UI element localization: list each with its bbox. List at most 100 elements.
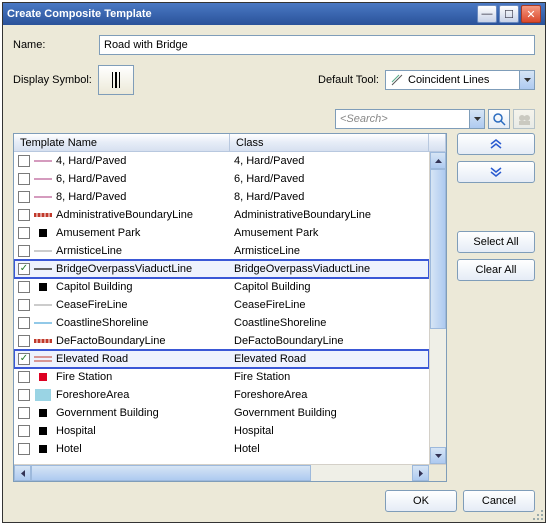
col-scroll-spacer: [429, 134, 446, 151]
row-checkbox[interactable]: [18, 191, 30, 203]
row-class: Fire Station: [234, 371, 290, 383]
table-row[interactable]: 8, Hard/Paved8, Hard/Paved: [14, 188, 429, 206]
row-class: 6, Hard/Paved: [234, 173, 304, 185]
table-row[interactable]: HotelHotel: [14, 440, 429, 458]
default-tool-combo[interactable]: Coincident Lines: [385, 70, 535, 90]
table-row[interactable]: ForeshoreAreaForeshoreArea: [14, 386, 429, 404]
row-class: 4, Hard/Paved: [234, 155, 304, 167]
row-checkbox[interactable]: [18, 155, 30, 167]
table-row[interactable]: BridgeOverpassViaductLineBridgeOverpassV…: [14, 260, 429, 278]
table-body: 4, Hard/Paved4, Hard/Paved6, Hard/Paved6…: [14, 152, 429, 464]
row-symbol-icon: [34, 389, 52, 401]
table-row[interactable]: Fire Station Fire Station: [14, 368, 429, 386]
row-checkbox[interactable]: [18, 299, 30, 311]
row-template-name: Hospital: [56, 425, 96, 437]
scroll-thumb-horizontal[interactable]: [31, 465, 311, 481]
cancel-button[interactable]: Cancel: [463, 490, 535, 512]
search-icon: [493, 113, 506, 126]
window-title: Create Composite Template: [7, 8, 475, 20]
row-checkbox[interactable]: [18, 227, 30, 239]
table-row[interactable]: Elevated RoadElevated Road: [14, 350, 429, 368]
row-class: Government Building: [234, 407, 337, 419]
row-class: DeFactoBoundaryLine: [234, 335, 343, 347]
row-class: CoastlineShoreline: [234, 317, 326, 329]
row-template-name: Fire Station: [56, 371, 112, 383]
row-checkbox[interactable]: [18, 263, 30, 275]
row-symbol-icon: [34, 425, 52, 437]
scroll-left-button[interactable]: [14, 465, 31, 481]
col-class[interactable]: Class: [230, 134, 429, 151]
clear-all-button[interactable]: Clear All: [457, 259, 535, 281]
row-checkbox[interactable]: [18, 407, 30, 419]
row-checkbox[interactable]: [18, 371, 30, 383]
table-row[interactable]: 6, Hard/Paved 6, Hard/Paved: [14, 170, 429, 188]
table-row[interactable]: CoastlineShorelineCoastlineShoreline: [14, 314, 429, 332]
title-bar: Create Composite Template — ☐ ✕: [3, 3, 545, 25]
dialog-content: Name: Display Symbol: Default Tool: Coin…: [3, 25, 545, 522]
search-button[interactable]: [488, 109, 510, 129]
row-checkbox[interactable]: [18, 425, 30, 437]
table-row[interactable]: 4, Hard/Paved4, Hard/Paved: [14, 152, 429, 170]
maximize-button[interactable]: ☐: [499, 5, 519, 23]
row-symbol-icon: [34, 191, 52, 203]
row-symbol-icon: [34, 227, 52, 239]
close-button[interactable]: ✕: [521, 5, 541, 23]
row-symbol-icon: [34, 353, 52, 365]
table-row[interactable]: DeFactoBoundaryLine DeFactoBoundaryLine: [14, 332, 429, 350]
table-row[interactable]: AdministrativeBoundaryLineAdministrative…: [14, 206, 429, 224]
ok-button[interactable]: OK: [385, 490, 457, 512]
row-symbol-icon: [34, 443, 52, 455]
row-checkbox[interactable]: [18, 443, 30, 455]
table-row[interactable]: Amusement ParkAmusement Park: [14, 224, 429, 242]
chevron-down-icon[interactable]: [519, 70, 535, 90]
select-all-button[interactable]: Select All: [457, 231, 535, 253]
row-class: CeaseFireLine: [234, 299, 306, 311]
chevron-down-icon[interactable]: [469, 109, 485, 129]
default-tool-label: Default Tool:: [318, 74, 379, 86]
row-class: Hotel: [234, 443, 260, 455]
search-combo[interactable]: <Search>: [335, 109, 485, 129]
row-class: Elevated Road: [234, 353, 306, 365]
scroll-thumb-vertical[interactable]: [430, 169, 446, 329]
search-input[interactable]: <Search>: [335, 109, 469, 129]
row-class: ArmisticeLine: [234, 245, 300, 257]
side-buttons: Select All Clear All: [457, 133, 535, 482]
row-template-name: CeaseFireLine: [56, 299, 128, 311]
col-template-name[interactable]: Template Name: [14, 134, 230, 151]
move-up-button[interactable]: [457, 133, 535, 155]
name-input[interactable]: [99, 35, 535, 55]
scroll-right-button[interactable]: [412, 465, 429, 481]
display-symbol-button[interactable]: [98, 65, 134, 95]
horizontal-scrollbar[interactable]: [14, 464, 446, 481]
scroll-down-button[interactable]: [430, 447, 446, 464]
resize-grip[interactable]: [531, 508, 543, 520]
row-checkbox[interactable]: [18, 209, 30, 221]
row-template-name: ForeshoreArea: [56, 389, 129, 401]
vertical-scrollbar[interactable]: [429, 152, 446, 464]
row-checkbox[interactable]: [18, 389, 30, 401]
row-template-name: 6, Hard/Paved: [56, 173, 126, 185]
row-checkbox[interactable]: [18, 335, 30, 347]
minimize-button[interactable]: —: [477, 5, 497, 23]
table-row[interactable]: Hospital Hospital: [14, 422, 429, 440]
row-checkbox[interactable]: [18, 281, 30, 293]
row-template-name: DeFactoBoundaryLine: [56, 335, 165, 347]
table-row[interactable]: Government BuildingGovernment Building: [14, 404, 429, 422]
row-checkbox[interactable]: [18, 245, 30, 257]
row-symbol-icon: [34, 299, 52, 311]
table-row[interactable]: CeaseFireLine CeaseFireLine: [14, 296, 429, 314]
table-row[interactable]: ArmisticeLineArmisticeLine: [14, 242, 429, 260]
coincident-lines-icon: [390, 74, 404, 86]
row-symbol-icon: [34, 371, 52, 383]
row-symbol-icon: [34, 317, 52, 329]
row-symbol-icon: [34, 173, 52, 185]
row-class: Hospital: [234, 425, 274, 437]
row-checkbox[interactable]: [18, 317, 30, 329]
row-template-name: 8, Hard/Paved: [56, 191, 126, 203]
row-checkbox[interactable]: [18, 353, 30, 365]
double-chevron-up-icon: [489, 139, 503, 149]
row-checkbox[interactable]: [18, 173, 30, 185]
move-down-button[interactable]: [457, 161, 535, 183]
table-row[interactable]: Capitol BuildingCapitol Building: [14, 278, 429, 296]
scroll-up-button[interactable]: [430, 152, 446, 169]
